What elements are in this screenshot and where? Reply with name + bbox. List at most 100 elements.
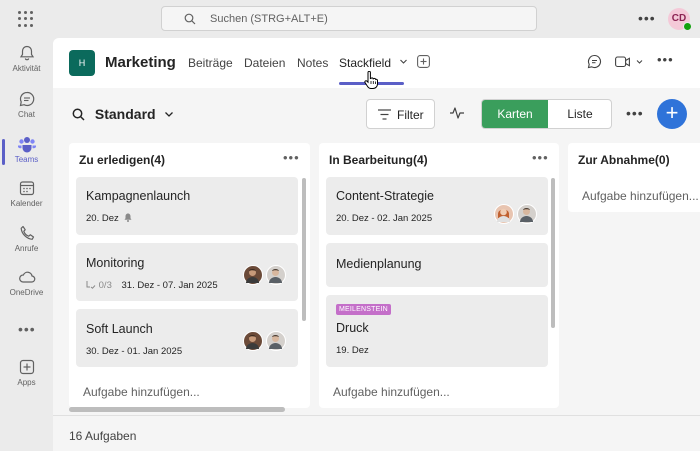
checklist-icon [86,281,96,289]
column-more-icon[interactable]: ••• [283,150,300,165]
task-card[interactable]: Medienplanung [326,243,548,287]
rail-item-chat[interactable]: Chat [0,90,53,130]
app-launcher-icon[interactable] [18,11,34,27]
rail-label: OneDrive [9,288,44,297]
person-photo-icon [246,269,259,283]
assignee-avatar[interactable] [266,265,286,285]
rail-item-apps[interactable]: Apps [0,358,53,398]
chevron-down-icon [400,59,408,64]
column-scrollbar[interactable] [302,178,306,321]
chevron-down-icon [165,112,174,117]
tab-dateien[interactable]: Dateien [244,56,285,70]
card-title: Druck [336,321,369,335]
filter-button[interactable]: Filter [366,99,435,129]
card-date: 20. Dez [86,213,132,224]
task-card[interactable]: Monitoring 0/3 31. Dez - 07. Jan 2025 [76,243,298,301]
rail-label: Teams [14,155,39,164]
task-count: 16 Aufgaben [69,429,137,443]
card-title: Monitoring [86,256,145,270]
person-photo-icon [497,208,510,222]
add-task-link[interactable]: Aufgabe hinzufügen... [582,189,699,203]
tab-stackfield-label: Stackfield [339,56,392,70]
assignee-avatar[interactable] [494,204,514,224]
person-photo-icon [269,335,282,349]
column-more-icon[interactable]: ••• [532,150,549,165]
cloud-icon [18,271,35,283]
teams-icon [17,137,36,153]
search-input[interactable]: Suchen (STRG+ALT+E) [161,6,537,31]
main-panel: H Marketing Beiträge Dateien Notes Stack… [53,38,700,451]
card-date-text: 20. Dez [86,213,119,224]
task-card[interactable]: Kampagnenlaunch 20. Dez [76,177,298,235]
assignee-avatar[interactable] [243,265,263,285]
task-card[interactable]: MEILENSTEIN Druck 19. Dez [326,295,548,367]
rail-label: Apps [17,378,36,387]
view-name: Standard [94,106,156,122]
top-bar: Suchen (STRG+ALT+E) ••• CD [0,0,700,38]
column-title: Zu erledigen(4) [79,153,166,167]
rail-item-calls[interactable]: Anrufe [0,224,53,264]
tab-stackfield[interactable]: Stackfield [339,56,408,70]
rail-item-onedrive[interactable]: OneDrive [0,268,53,308]
cards-view-button[interactable]: Karten [482,100,548,128]
card-title: Kampagnenlaunch [86,189,191,203]
card-date-text: 19. Dez [336,345,369,356]
person-photo-icon [269,269,282,283]
rail-label: Anrufe [14,244,39,253]
more-options-icon[interactable]: ••• [638,10,656,26]
rail-label: Aktivität [12,64,41,73]
column-todo: Zu erledigen(4) ••• Kampagnenlaunch 20. … [69,143,310,408]
person-photo-icon [520,208,533,222]
divider [53,415,700,416]
filter-icon [378,109,391,120]
column-scrollbar[interactable] [551,178,555,328]
column-in-progress: In Bearbeitung(4) ••• Content-Strategie … [319,143,559,408]
view-selector[interactable]: Standard [72,106,180,122]
board-horizontal-scrollbar[interactable] [69,407,285,412]
chat-icon [19,91,34,107]
toolbar-more-icon[interactable]: ••• [626,105,644,121]
tab-notes[interactable]: Notes [297,56,328,70]
card-title: Soft Launch [86,322,153,336]
team-avatar[interactable]: H [69,50,95,76]
bell-icon [124,213,132,222]
assignee-avatar[interactable] [517,204,537,224]
card-date-text: 20. Dez - 02. Jan 2025 [336,213,433,224]
more-apps-icon[interactable]: ••• [18,321,36,337]
search-icon [184,13,196,25]
add-task-button[interactable]: + [657,99,687,129]
rail-item-activity[interactable]: Aktivität [0,44,53,84]
card-title: Content-Strategie [336,189,434,203]
person-photo-icon [246,335,259,349]
task-card[interactable]: Soft Launch 30. Dez - 01. Jan 2025 [76,309,298,367]
user-avatar[interactable]: CD [668,8,692,31]
bell-icon [19,45,34,61]
add-tab-icon[interactable] [417,55,430,68]
team-name: Marketing [105,54,176,71]
card-date-text: 31. Dez - 07. Jan 2025 [121,280,218,291]
card-date-text: 30. Dez - 01. Jan 2025 [86,346,183,357]
add-task-link[interactable]: Aufgabe hinzufügen... [333,385,450,399]
milestone-badge: MEILENSTEIN [336,304,391,315]
rail-item-calendar[interactable]: Kalender [0,179,53,219]
video-call-icon[interactable] [615,56,645,68]
calendar-icon [19,181,34,196]
conversation-icon[interactable] [587,54,602,69]
assignee-avatar[interactable] [243,331,263,351]
checklist-progress: 0/3 [98,280,112,291]
column-title: In Bearbeitung(4) [329,153,428,167]
search-icon[interactable] [72,108,85,121]
rail-item-teams[interactable]: Teams [0,135,53,175]
list-view-button[interactable]: Liste [548,100,611,128]
tab-beitraege[interactable]: Beiträge [188,56,233,70]
filter-label: Filter [397,108,424,122]
card-meta: 0/3 31. Dez - 07. Jan 2025 [86,280,218,291]
apps-plus-icon [19,359,34,375]
channel-more-icon[interactable]: ••• [657,52,674,67]
assignee-avatar[interactable] [266,331,286,351]
column-review: Zur Abnahme(0) Aufgabe hinzufügen... [568,143,700,212]
add-task-link[interactable]: Aufgabe hinzufügen... [83,385,200,399]
activity-pulse-icon[interactable] [450,106,464,120]
task-card[interactable]: Content-Strategie 20. Dez - 02. Jan 2025 [326,177,548,235]
phone-icon [20,225,34,240]
